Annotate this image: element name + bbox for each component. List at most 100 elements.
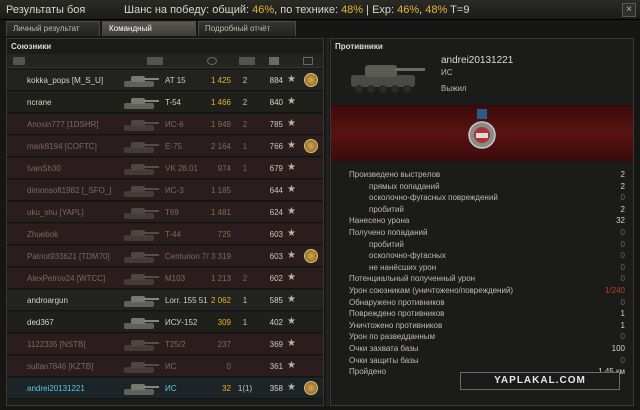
stat-row: Очки защиты базы 0 [331, 355, 633, 367]
stat-row: пробитий 0 [331, 239, 633, 251]
ally-tank-name: Centurion 7/1 [165, 252, 209, 261]
stat-value: 0 [620, 227, 625, 237]
survival-status: Выжил [441, 84, 467, 93]
stat-row: осколочно-фугасных 0 [331, 250, 633, 262]
stat-row: Произведено выстрелов 2 [331, 169, 633, 181]
sort-medals-icon[interactable] [303, 57, 313, 65]
star-icon: ★ [287, 74, 296, 85]
ally-kills: 2 [242, 274, 248, 283]
tank-icon [121, 116, 161, 133]
detail-panel: Противники andrei20131221 ИС Выжил Произ… [330, 38, 634, 406]
ally-xp: 679 [269, 164, 283, 173]
player-name: andrei20131221 [441, 55, 514, 66]
chance-exp-label: | Exp: [363, 4, 398, 16]
stat-label: пробитий [369, 204, 404, 214]
stat-value: 1/240 [604, 285, 625, 295]
stat-value: 0 [620, 355, 625, 365]
sort-squad-icon[interactable] [13, 57, 25, 65]
stat-label: Урон союзникам (уничтожено/повреждений) [349, 285, 514, 295]
ally-damage: 0 [226, 362, 231, 371]
stat-value: 100 [611, 343, 625, 353]
stat-row: Урон союзникам (уничтожено/повреждений) 1… [331, 285, 633, 297]
ally-row[interactable]: andrei20131221 ИС 32 1(1) 358 ★ [7, 378, 323, 399]
star-icon: ★ [287, 272, 296, 283]
stat-label: Очки захвата базы [349, 343, 419, 353]
stat-row: Нанесено урона 32 [331, 215, 633, 227]
ally-row[interactable]: dimonsoft1982 [_SFO_] ИС-3 1 185 644 ★ [7, 180, 323, 201]
star-icon: ★ [287, 338, 296, 349]
ally-kills: 2 [242, 120, 248, 129]
stat-value: 0 [620, 332, 625, 342]
sort-kills-icon[interactable] [239, 57, 255, 65]
tank-icon [121, 380, 161, 397]
ally-xp: 603 [269, 230, 283, 239]
tank-icon [121, 292, 161, 309]
ally-row[interactable]: androargun Lorr. 155 51 2 062 1 585 ★ [7, 290, 323, 311]
ally-row[interactable]: IvanSh30 VK 28.01 974 1 679 ★ [7, 158, 323, 179]
stat-value: 2 [620, 204, 625, 214]
tank-icon [121, 160, 161, 177]
watermark-logo: YAPLAKAL.COM [460, 372, 620, 390]
tank-icon [121, 72, 161, 89]
ally-tank-name: E-75 [165, 142, 182, 151]
sort-damage-icon[interactable] [207, 57, 217, 65]
medal-icon [304, 73, 318, 87]
chance-tech: 48% [341, 4, 364, 16]
stat-label: Получено попаданий [349, 227, 428, 237]
ally-damage: 1 185 [210, 186, 231, 195]
ally-xp: 585 [269, 296, 283, 305]
close-button[interactable]: × [622, 3, 636, 17]
ally-kills: 1 [242, 142, 248, 151]
ally-row[interactable]: AlexPetrov24 [WTCC] M103 1 213 2 602 ★ [7, 268, 323, 289]
title-bar: Результаты боя Шанс на победу: общий: 46… [0, 0, 640, 20]
tab-team-result[interactable]: Командный результат [102, 21, 196, 47]
star-icon: ★ [287, 316, 296, 327]
ally-xp: 603 [269, 252, 283, 261]
detail-title: Противники [335, 42, 383, 51]
ally-row[interactable]: 1122335 [NSTB] T25/2 237 369 ★ [7, 334, 323, 355]
ally-tank-name: ИС-6 [165, 120, 184, 129]
ally-row[interactable]: kokka_pops [M_S_U] AT 15 1 425 2 884 ★ [7, 70, 323, 91]
star-icon: ★ [287, 184, 296, 195]
star-icon: ★ [287, 382, 296, 393]
tab-detailed-report[interactable]: Подробный отчёт [198, 21, 296, 36]
medal-icon [304, 249, 318, 263]
stat-value: 0 [620, 262, 625, 272]
ally-kills: 2 [242, 98, 248, 107]
stat-label: Очки защиты базы [349, 355, 419, 365]
ally-row[interactable]: sultan7846 [KZTB] ИС 0 361 ★ [7, 356, 323, 377]
ally-xp: 358 [269, 384, 283, 393]
ally-xp: 369 [269, 340, 283, 349]
ally-row[interactable]: Patriot933621 [TDM70] Centurion 7/1 3 319 6… [7, 246, 323, 267]
stats-list: Произведено выстрелов 2 прямых попаданий 2 о… [331, 169, 633, 378]
stat-label: осколочно-фугасных повреждений [369, 193, 498, 203]
stat-row: пробитий 2 [331, 204, 633, 216]
ally-row[interactable]: ncrane T-54 1 466 2 840 ★ [7, 92, 323, 113]
sort-tank-icon[interactable] [147, 57, 163, 65]
star-icon: ★ [287, 96, 296, 107]
ally-xp: 884 [269, 76, 283, 85]
ally-tank-name: T-44 [165, 230, 182, 239]
ally-row[interactable]: mark8194 [COFTC] E-75 2 164 1 766 ★ [7, 136, 323, 157]
tab-personal-result[interactable]: Личный результат [6, 21, 100, 36]
stat-label: Повреждено противников [349, 309, 445, 319]
ally-row[interactable]: Zhuebok T-44 725 603 ★ [7, 224, 323, 245]
stat-row: прямых попаданий 2 [331, 181, 633, 193]
sort-xp-icon[interactable] [269, 57, 279, 65]
ally-damage: 2 062 [210, 296, 231, 305]
ally-damage: 1 466 [210, 98, 231, 107]
ally-row[interactable]: ded367 ИСУ-152 309 1 402 ★ [7, 312, 323, 333]
ally-xp: 361 [269, 362, 283, 371]
stat-value: 0 [620, 251, 625, 261]
column-header [7, 54, 323, 68]
ally-row[interactable]: uku_shu [YAPL] T69 1 481 624 ★ [7, 202, 323, 223]
chance-exp1: 46% [397, 4, 420, 16]
stat-row: Очки захвата базы 100 [331, 343, 633, 355]
stat-row: не нанёсших урон 0 [331, 262, 633, 274]
ally-kills: 1 [242, 318, 248, 327]
ally-kills: 1 [242, 164, 248, 173]
ally-tank-name: ИСУ-152 [165, 318, 198, 327]
ally-tank-name: T69 [165, 208, 179, 217]
ally-row[interactable]: Anoxin777 [1DSHR] ИС-6 1 949 2 785 ★ [7, 114, 323, 135]
scrollbar[interactable] [326, 38, 329, 406]
